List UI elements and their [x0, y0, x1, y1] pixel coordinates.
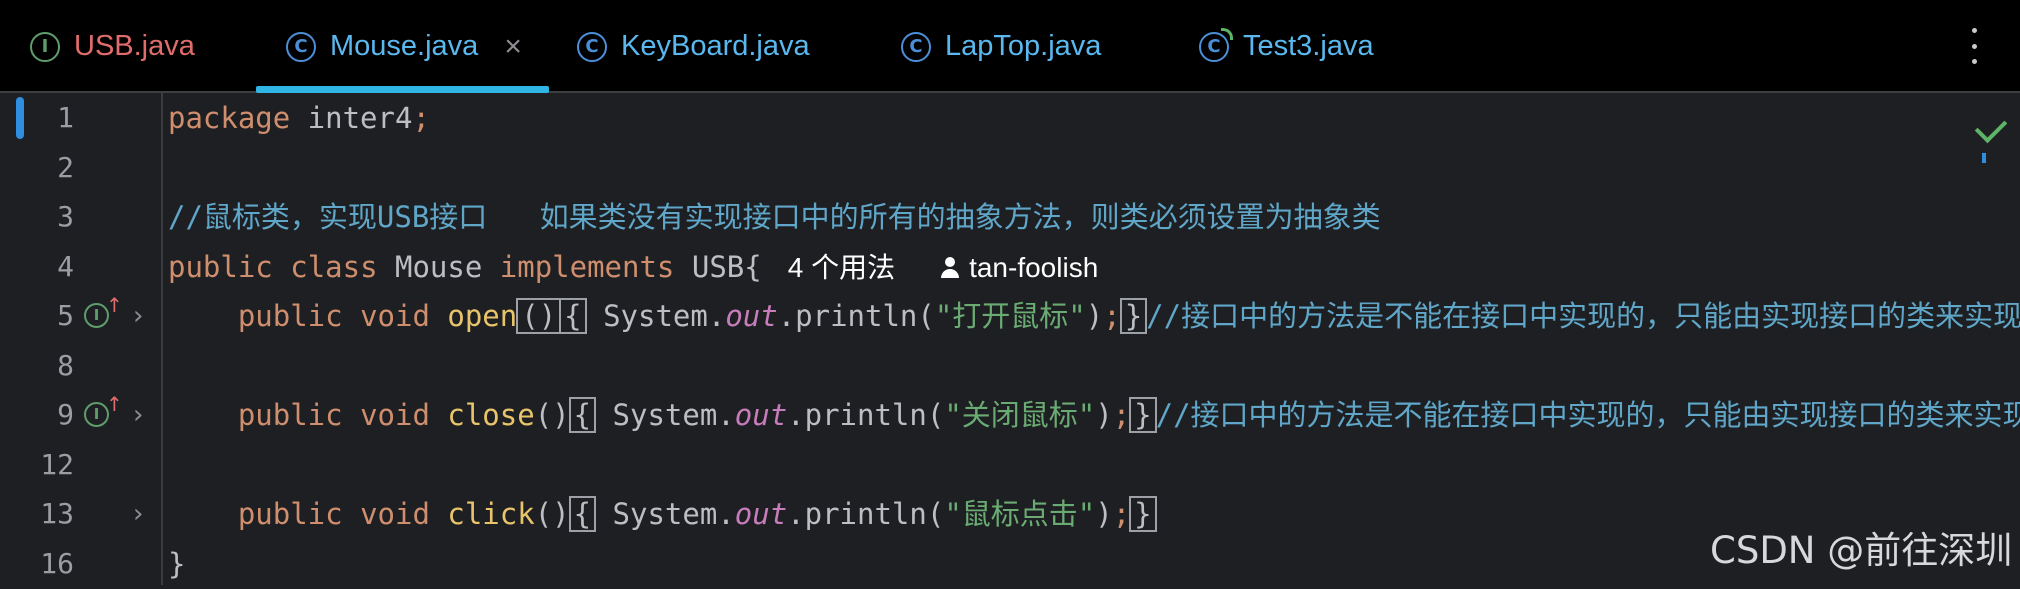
- active-tab-indicator: [256, 86, 549, 93]
- more-options-icon[interactable]: [1970, 28, 1978, 64]
- code-line: 8: [0, 341, 2020, 391]
- line-number: 4: [57, 249, 74, 283]
- class-icon: C: [577, 31, 607, 62]
- code-line: 12: [0, 440, 2020, 490]
- tab-label: LapTop.java: [945, 30, 1102, 62]
- line-number: 5: [57, 299, 74, 332]
- code-text[interactable]: public void open(){ System.out.println("…: [168, 291, 2020, 341]
- tab-keyboard-java[interactable]: C KeyBoard.java: [577, 0, 810, 93]
- code-text[interactable]: }: [168, 539, 185, 589]
- line-number: 12: [40, 447, 74, 481]
- line-number: 9: [57, 398, 74, 431]
- chevron-right-icon[interactable]: ›: [133, 390, 143, 440]
- code-line: 4 public class Mouse implements USB{4 个用…: [0, 242, 2020, 292]
- line-number: 1: [57, 101, 74, 134]
- watermark: CSDN @前往深圳: [1710, 529, 2013, 572]
- code-line: 3 //鼠标类，实现USB接口 如果类没有实现接口中的所有的抽象方法，则类必须设…: [0, 192, 2020, 242]
- chevron-right-icon[interactable]: ›: [133, 489, 143, 539]
- user-icon: [941, 256, 960, 279]
- chevron-right-icon[interactable]: ›: [133, 291, 143, 341]
- line-number: 16: [40, 546, 74, 580]
- class-icon: C: [286, 31, 316, 62]
- code-text[interactable]: package inter4;: [168, 93, 430, 143]
- code-line: 9 I ↑ › public void close(){ System.out.…: [0, 390, 2020, 440]
- comment-text[interactable]: //鼠标类，实现USB接口 如果类没有实现接口中的所有的抽象方法，则类必须设置为…: [168, 192, 1381, 242]
- usages-hint[interactable]: 4 个用法: [788, 252, 895, 283]
- line-number: 3: [57, 200, 74, 233]
- code-text[interactable]: public class Mouse implements USB{4 个用法 t…: [168, 242, 1098, 293]
- arrow-up-icon: ↑: [106, 293, 123, 317]
- code-line: 2: [0, 143, 2020, 193]
- tab-test3-java[interactable]: C Test3.java: [1199, 0, 1374, 93]
- code-line: 5 I ↑ › public void open(){ System.out.p…: [0, 291, 2020, 341]
- tab-mouse-java[interactable]: C Mouse.java ×: [286, 0, 522, 93]
- tab-label: KeyBoard.java: [621, 30, 810, 62]
- runnable-class-icon: C: [1199, 27, 1233, 62]
- author-hint[interactable]: tan-foolish: [969, 252, 1098, 283]
- close-icon[interactable]: ×: [504, 30, 522, 64]
- editor-tab-bar: I USB.java C Mouse.java × C KeyBoard.jav…: [0, 0, 2020, 93]
- interface-icon: I: [30, 31, 60, 62]
- code-line: 1 package inter4;: [0, 93, 2020, 143]
- line-number: 2: [57, 150, 74, 184]
- arrow-up-icon: ↑: [106, 392, 123, 416]
- class-icon: C: [901, 31, 931, 62]
- line-number: 13: [40, 497, 74, 530]
- code-text[interactable]: public void close(){ System.out.println(…: [168, 390, 2020, 440]
- tab-label: USB.java: [74, 30, 195, 62]
- tab-label: Test3.java: [1243, 30, 1374, 62]
- code-editor[interactable]: 1 package inter4; 2 3 //鼠标类，实现USB接口 如果类没…: [0, 93, 2020, 585]
- line-number: 8: [57, 348, 74, 382]
- tab-laptop-java[interactable]: C LapTop.java: [901, 0, 1101, 93]
- tab-usb-java[interactable]: I USB.java: [30, 0, 195, 93]
- code-text[interactable]: public void click(){ System.out.println(…: [168, 489, 1157, 539]
- tab-label: Mouse.java: [330, 30, 479, 62]
- scrollbar-marker: [1982, 153, 1986, 163]
